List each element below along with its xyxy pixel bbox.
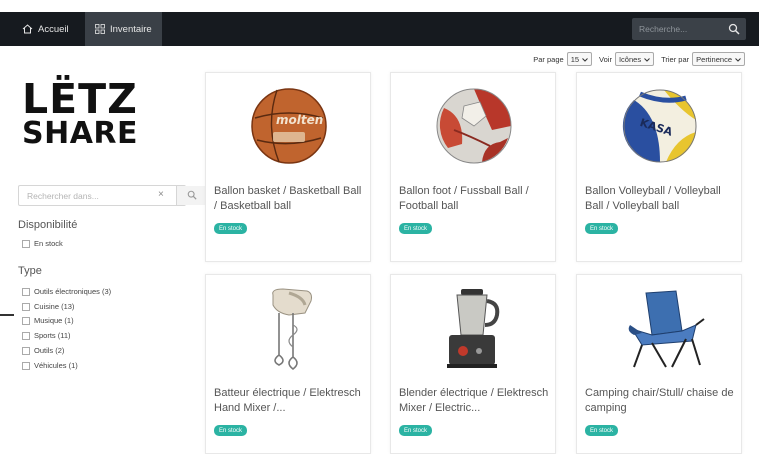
home-icon xyxy=(22,24,33,34)
filter-label: Véhicules (1) xyxy=(34,361,78,370)
status-badge: En stock xyxy=(214,223,248,234)
product-card[interactable]: molten Ballon basket / Basketball Ball /… xyxy=(205,72,371,262)
filter-sports[interactable]: Sports (11) xyxy=(22,331,71,340)
chevron-down-icon xyxy=(582,55,588,64)
filter-musique[interactable]: Musique (1) xyxy=(22,316,74,325)
basketball-icon[interactable]: molten xyxy=(206,81,372,171)
clear-icon[interactable]: × xyxy=(158,189,164,200)
filter-label: Outils (2) xyxy=(34,346,65,355)
per-page-label: Par page xyxy=(533,54,564,64)
filter-label: Cuisine (13) xyxy=(34,302,75,311)
status-badge: En stock xyxy=(214,425,248,436)
chevron-down-icon xyxy=(735,55,741,64)
sidebar-search: × xyxy=(18,185,206,206)
nav-tab-home[interactable]: Accueil xyxy=(22,12,69,46)
search-icon[interactable] xyxy=(728,22,740,40)
nav-tab-inventory[interactable]: Inventaire xyxy=(85,12,162,46)
view-value: Icônes xyxy=(618,54,642,64)
per-page-value: 15 xyxy=(570,54,580,64)
blender-icon[interactable] xyxy=(391,283,557,373)
edge-marker xyxy=(0,314,14,316)
filter-label: Outils électroniques (3) xyxy=(34,287,112,296)
product-card[interactable]: Camping chair/Stull/ chaise de camping E… xyxy=(576,274,742,454)
nav-inventory-label: Inventaire xyxy=(110,23,152,35)
letz-share-logo[interactable]: LËTZ SHARE xyxy=(22,75,139,151)
sort-value: Pertinence xyxy=(696,54,732,64)
product-title[interactable]: Ballon Volleyball / Volleyball Ball / Vo… xyxy=(585,184,737,214)
product-title[interactable]: Camping chair/Stull/ chaise de camping xyxy=(585,386,737,416)
product-card[interactable]: Batteur électrique / Elektresch Hand Mix… xyxy=(205,274,371,454)
checkbox[interactable] xyxy=(22,316,30,325)
sidebar-search-input[interactable] xyxy=(19,186,139,205)
sidebar-search-button[interactable] xyxy=(176,186,206,205)
per-page-select[interactable]: 15 xyxy=(566,52,593,66)
type-filter-title: Type xyxy=(18,265,42,277)
checkbox[interactable] xyxy=(22,346,30,355)
sort-label: Trier par xyxy=(661,54,690,64)
filter-label: Musique (1) xyxy=(34,316,74,325)
volleyball-icon[interactable]: KASA xyxy=(577,81,743,171)
filter-outils-electroniques[interactable]: Outils électroniques (3) xyxy=(22,287,111,296)
product-title[interactable]: Blender électrique / Elektresch Mixer / … xyxy=(399,386,551,416)
hand-mixer-icon[interactable] xyxy=(206,283,372,373)
status-badge: En stock xyxy=(399,425,433,436)
top-navbar: Accueil Inventaire xyxy=(0,12,759,46)
product-title[interactable]: Batteur électrique / Elektresch Hand Mix… xyxy=(214,386,366,416)
product-card[interactable]: KASA Ballon Volleyball / Volleyball Ball… xyxy=(576,72,742,262)
svg-text:molten: molten xyxy=(276,113,323,127)
status-badge: En stock xyxy=(399,223,433,234)
sort-bar: Par page 15 Voir Icônes Trier par Pertin… xyxy=(533,52,745,66)
status-badge: En stock xyxy=(585,223,619,234)
checkbox[interactable] xyxy=(22,287,30,296)
view-label: Voir xyxy=(599,54,612,64)
checkbox[interactable] xyxy=(22,302,30,311)
search-icon xyxy=(187,187,197,205)
filter-vehicules[interactable]: Véhicules (1) xyxy=(22,361,78,370)
camping-chair-icon[interactable] xyxy=(577,283,743,373)
product-card[interactable]: Ballon foot / Fussball Ball / Football b… xyxy=(390,72,556,262)
filter-label: En stock xyxy=(34,239,63,248)
top-search xyxy=(632,18,746,40)
view-select[interactable]: Icônes xyxy=(614,52,655,66)
top-search-input[interactable] xyxy=(632,18,720,40)
football-icon[interactable] xyxy=(391,81,557,171)
sort-select[interactable]: Pertinence xyxy=(692,52,745,66)
checkbox[interactable] xyxy=(22,331,30,340)
product-title[interactable]: Ballon foot / Fussball Ball / Football b… xyxy=(399,184,551,214)
product-title[interactable]: Ballon basket / Basketball Ball / Basket… xyxy=(214,184,366,214)
filter-cuisine[interactable]: Cuisine (13) xyxy=(22,302,74,311)
nav-home-label: Accueil xyxy=(38,23,69,35)
chevron-down-icon xyxy=(644,55,650,64)
logo-line-2: SHARE xyxy=(22,115,139,151)
checkbox[interactable] xyxy=(22,361,30,370)
filter-outils[interactable]: Outils (2) xyxy=(22,346,64,355)
checkbox[interactable] xyxy=(22,239,30,248)
logo-line-1: LËTZ xyxy=(22,75,138,123)
grid-icon xyxy=(95,24,105,34)
status-badge: En stock xyxy=(585,425,619,436)
availability-filter-title: Disponibilité xyxy=(18,219,78,231)
product-card[interactable]: Blender électrique / Elektresch Mixer / … xyxy=(390,274,556,454)
filter-label: Sports (11) xyxy=(34,331,71,340)
filter-en-stock[interactable]: En stock xyxy=(22,239,63,248)
